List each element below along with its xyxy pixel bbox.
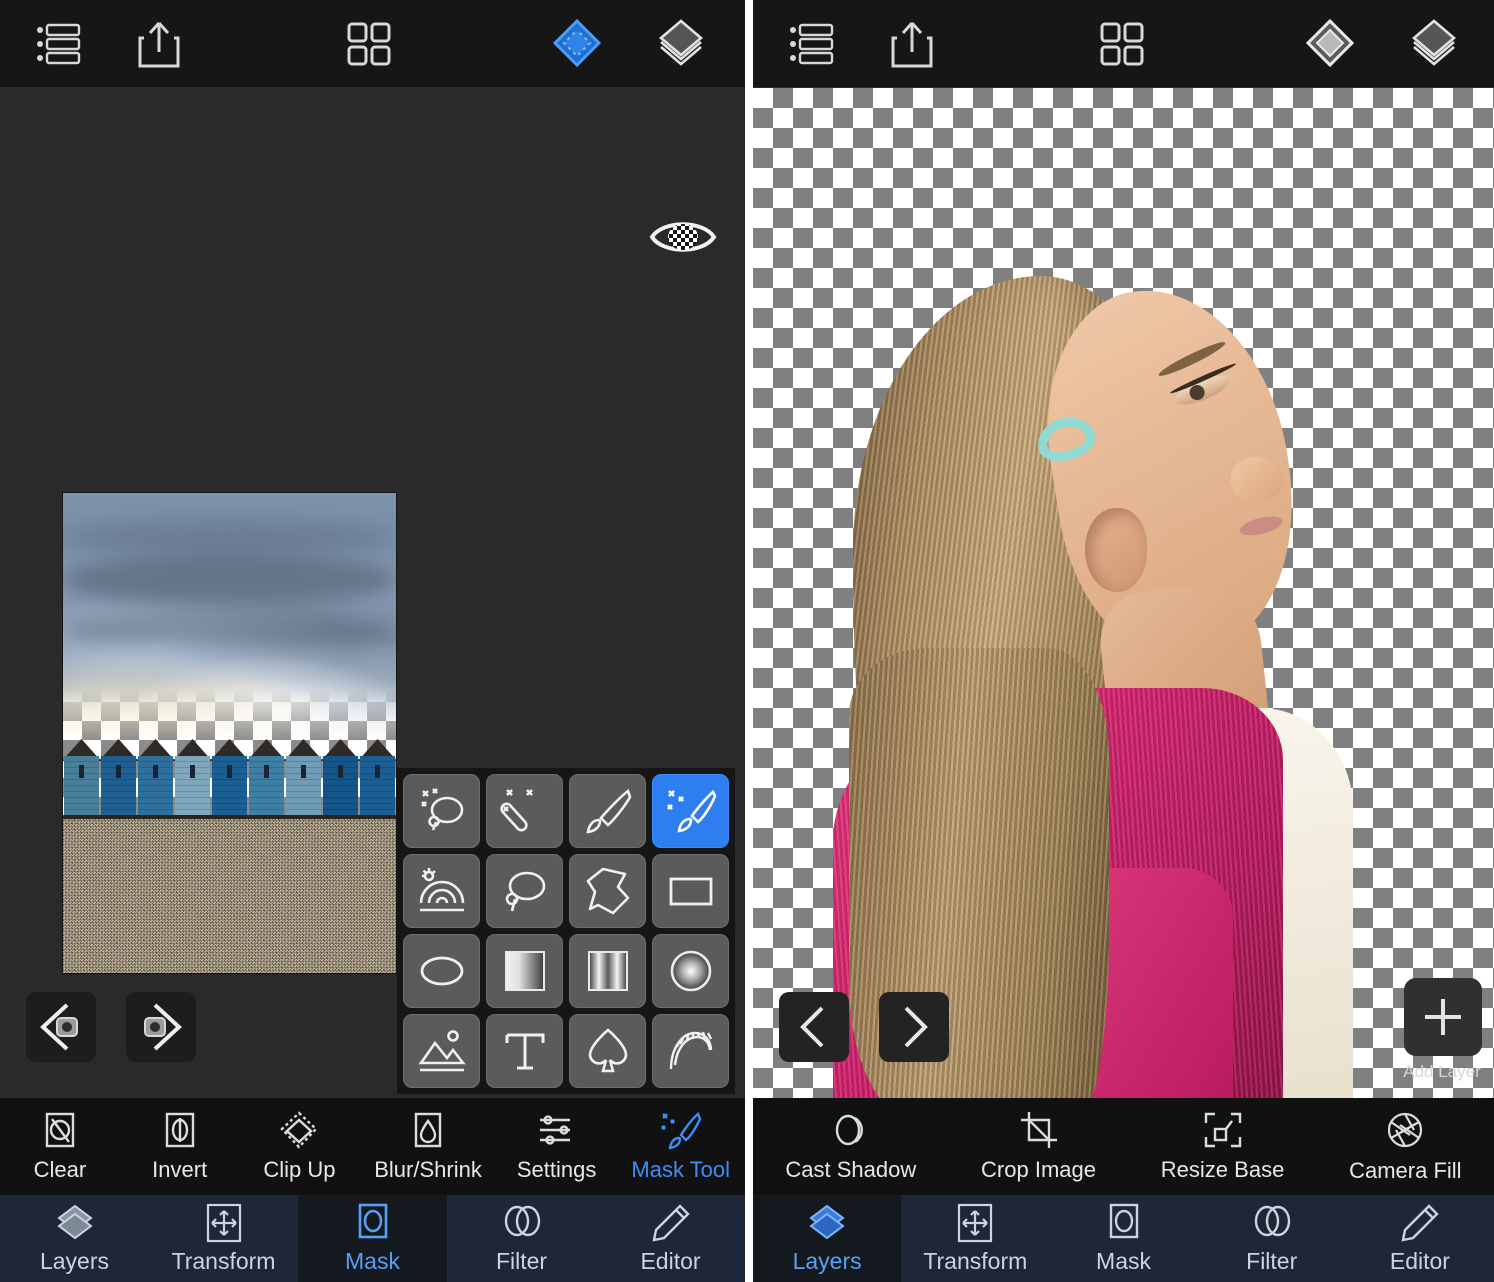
nav-layers[interactable]: Layers [0,1195,149,1282]
crop-image-label: Crop Image [981,1157,1096,1183]
lasso-magic-icon[interactable] [403,774,480,848]
nav-transform-label: Transform [923,1248,1027,1275]
share-icon[interactable] [130,15,188,73]
cast-shadow-label: Cast Shadow [785,1157,916,1183]
list-icon[interactable] [30,15,88,73]
share-icon[interactable] [883,15,941,73]
lasso-icon[interactable] [486,854,563,928]
mask-tool-button[interactable]: Mask Tool [631,1110,730,1183]
settings-label: Settings [517,1157,597,1183]
grid-icon[interactable] [1093,15,1151,73]
nav-layers-label: Layers [40,1248,109,1275]
clip-up-button[interactable]: Clip Up [254,1110,344,1183]
girl-cutout-layer [753,88,1494,1098]
previous-layer-button[interactable] [779,992,849,1062]
grid-icon[interactable] [340,15,398,73]
polygon-icon[interactable] [569,854,646,928]
right-panel: Add Layer Cast Shadow Crop Image Resize … [753,0,1494,1282]
nav-layers-label: Layers [793,1248,862,1275]
resize-base-button[interactable]: Resize Base [1161,1110,1285,1183]
nav-mask[interactable]: Mask [298,1195,447,1282]
blur-shrink-label: Blur/Shrink [374,1157,482,1183]
left-canvas[interactable] [0,88,745,1098]
clip-up-label: Clip Up [263,1157,335,1183]
camera-fill-label: Camera Fill [1349,1158,1461,1184]
clear-label: Clear [34,1157,87,1183]
text-mask-icon[interactable] [486,1014,563,1088]
left-sub-toolbar: Clear Invert Clip Up Blur/Shrink [0,1098,745,1195]
add-layer-label: Add Layer [1396,1062,1488,1082]
magic-brush-icon[interactable] [652,774,729,848]
shape-mask-icon[interactable] [569,1014,646,1088]
panel-divider [745,0,753,1282]
nav-mask-label: Mask [1096,1248,1151,1275]
mask-tool-label: Mask Tool [631,1157,730,1183]
rectangle-icon[interactable] [652,854,729,928]
resize-base-label: Resize Base [1161,1157,1285,1183]
previous-layer-button[interactable] [26,992,96,1062]
mask-diamond-icon[interactable] [548,15,606,73]
linear-gradient-icon[interactable] [486,934,563,1008]
nav-transform[interactable]: Transform [901,1195,1049,1282]
ear [1085,508,1147,592]
brush-icon[interactable] [569,774,646,848]
app-root: Clear Invert Clip Up Blur/Shrink [0,0,1494,1282]
right-top-toolbar [753,0,1494,88]
mirror-gradient-icon[interactable] [569,934,646,1008]
image-mask-icon[interactable] [403,1014,480,1088]
nav-editor[interactable]: Editor [1346,1195,1494,1282]
nav-mask-label: Mask [345,1248,400,1275]
mask-diamond-icon[interactable] [1301,15,1359,73]
layers-stack-icon[interactable] [1405,15,1463,73]
radial-gradient-icon[interactable] [652,934,729,1008]
beach-huts-row [63,739,396,821]
list-icon[interactable] [783,15,841,73]
invert-label: Invert [152,1157,207,1183]
nav-transform[interactable]: Transform [149,1195,298,1282]
magic-wand-icon[interactable] [486,774,563,848]
clear-button[interactable]: Clear [15,1110,105,1183]
nav-editor-label: Editor [640,1248,700,1275]
nav-editor-label: Editor [1390,1248,1450,1275]
ellipse-icon[interactable] [403,934,480,1008]
cast-shadow-button[interactable]: Cast Shadow [785,1110,916,1183]
left-top-toolbar [0,0,745,88]
blur-shrink-button[interactable]: Blur/Shrink [374,1110,482,1183]
nav-filter[interactable]: Filter [447,1195,596,1282]
nav-filter[interactable]: Filter [1198,1195,1346,1282]
left-panel: Clear Invert Clip Up Blur/Shrink [0,0,745,1282]
right-sub-toolbar: Cast Shadow Crop Image Resize Base Camer… [753,1098,1494,1195]
sky-region [63,493,396,745]
eye-checker-icon[interactable] [649,214,717,260]
nav-filter-label: Filter [496,1248,547,1275]
camera-fill-button[interactable]: Camera Fill [1349,1109,1461,1184]
next-layer-button[interactable] [126,992,196,1062]
nav-layers[interactable]: Layers [753,1195,901,1282]
left-bottom-nav: Layers Transform Mask Filter [0,1195,745,1282]
mask-tool-grid [397,768,735,1094]
layers-stack-icon[interactable] [652,15,710,73]
nav-mask[interactable]: Mask [1049,1195,1197,1282]
beach-huts-layer[interactable] [62,492,397,974]
nav-filter-label: Filter [1246,1248,1297,1275]
settings-button[interactable]: Settings [512,1110,602,1183]
nav-transform-label: Transform [172,1248,276,1275]
right-bottom-nav: Layers Transform Mask Filter [753,1195,1494,1282]
hair-mask-icon[interactable] [652,1014,729,1088]
sky-horizon-icon[interactable] [403,854,480,928]
next-layer-button[interactable] [879,992,949,1062]
shingle-beach [63,819,396,974]
nav-editor[interactable]: Editor [596,1195,745,1282]
add-layer-button[interactable] [1404,978,1482,1056]
invert-button[interactable]: Invert [135,1110,225,1183]
right-canvas[interactable]: Add Layer [753,88,1494,1098]
crop-image-button[interactable]: Crop Image [981,1110,1096,1183]
